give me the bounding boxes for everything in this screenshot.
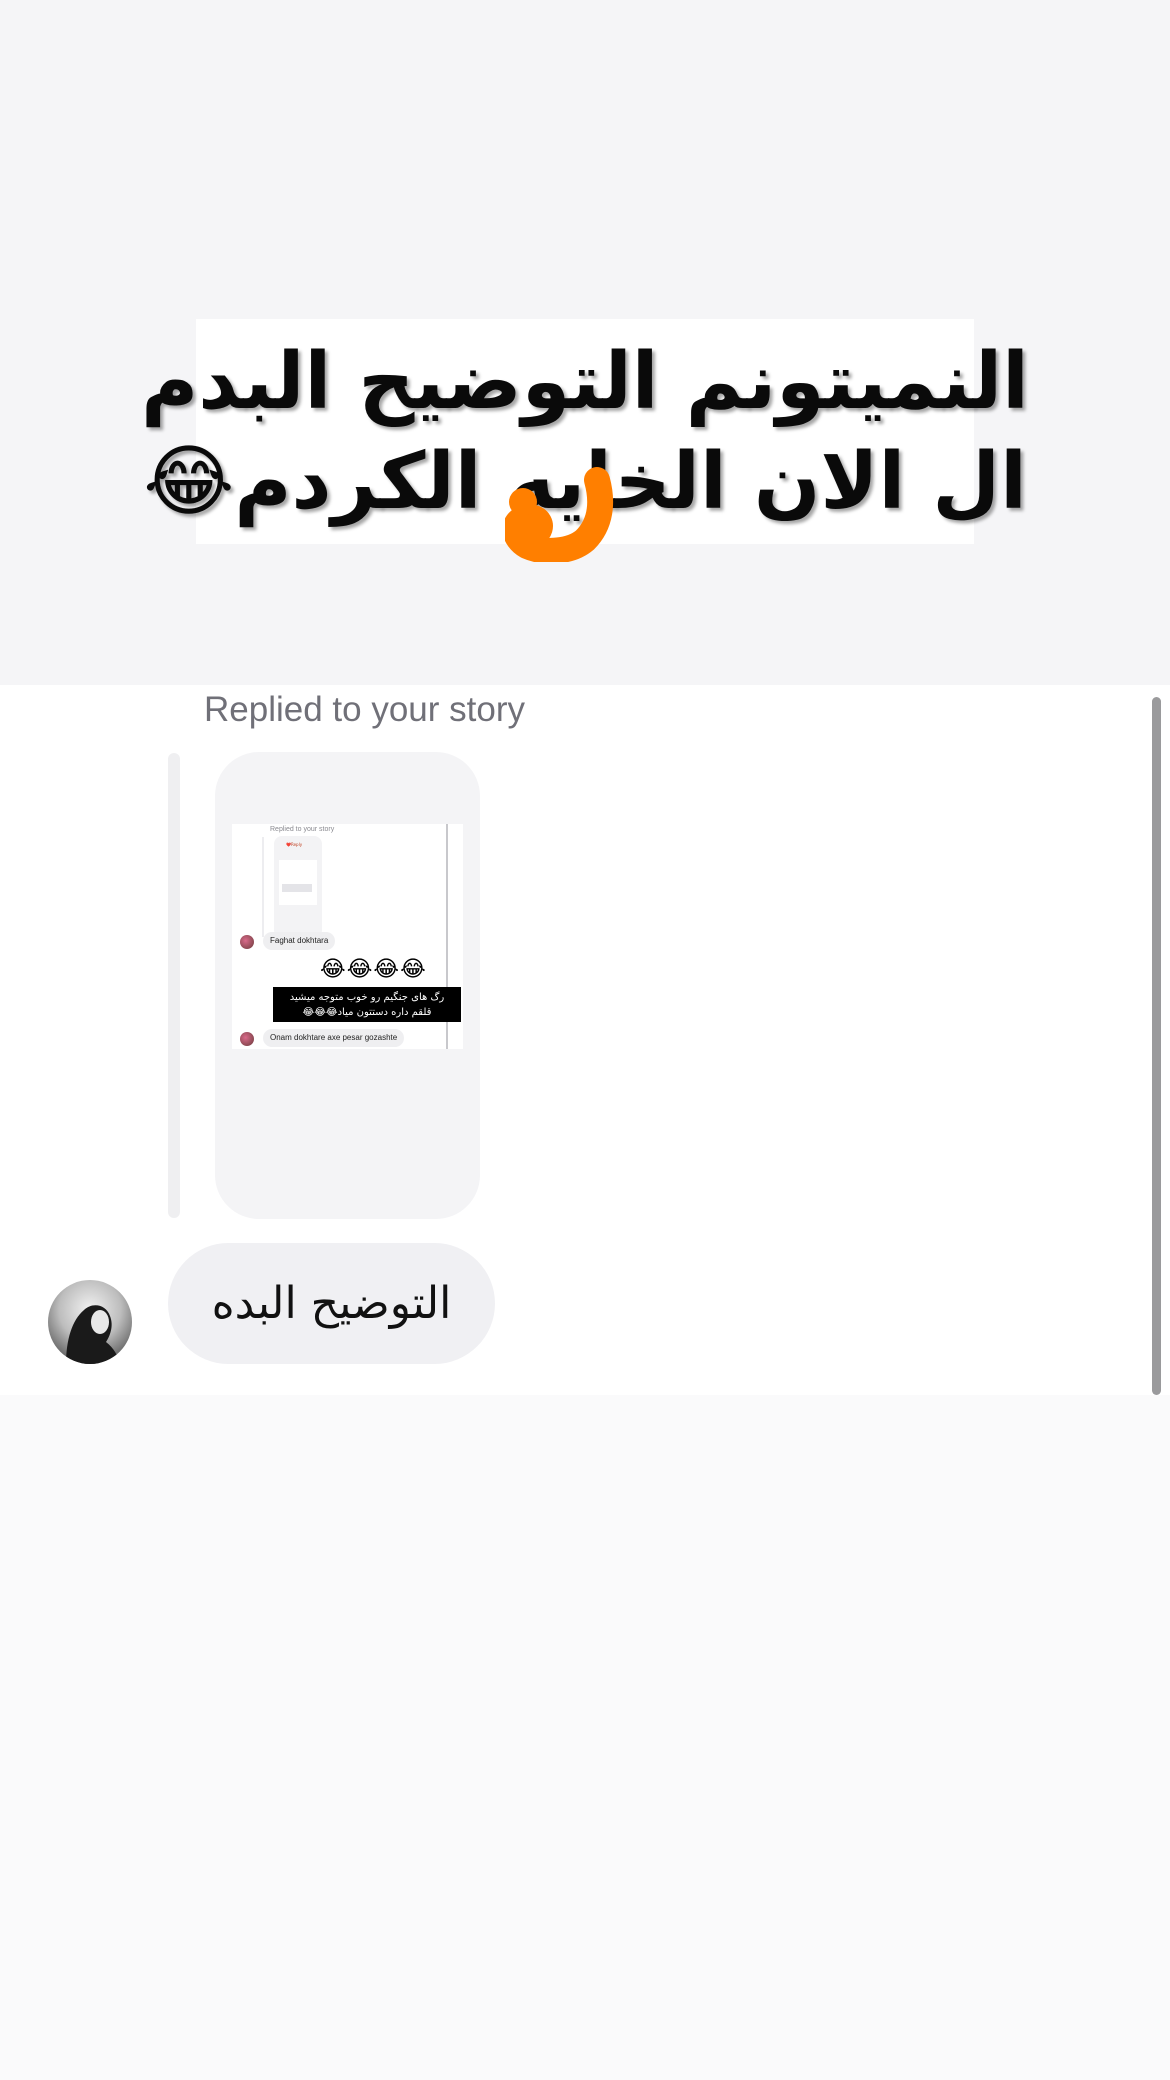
thumb-caption-line-2: قلقم داره دستتون میاد😂😂😂	[302, 1007, 432, 1018]
thumb-replied-label: Replied to your story	[270, 826, 335, 833]
orange-scribble-icon	[505, 467, 614, 562]
thumb-emoji-row: 😂😂😂😂	[320, 957, 427, 982]
sender-avatar[interactable]	[48, 1280, 132, 1364]
thumb-story-card: ❤️Reply	[274, 836, 322, 938]
thumb-avatar-1	[240, 935, 254, 949]
quote-bar	[168, 753, 180, 1218]
thumb-message-1: Faghat dokhtara	[263, 932, 336, 950]
story-reply-preview[interactable]: Replied to your story ❤️Reply Faghat dok…	[215, 752, 480, 1219]
thumb-inner-text	[282, 884, 312, 892]
story-media[interactable]: النمیتونم التوضیح البدم ال الان الخایه ا…	[0, 0, 1170, 685]
message-text: التوضیح البده	[211, 1278, 452, 1329]
caption-line-1: النمیتونم التوضیح البدم	[141, 336, 1029, 427]
empty-area	[0, 1395, 1170, 2080]
thumb-message-2: Onam dokhtare axe pesar gozashte	[263, 1029, 405, 1047]
thumb-inner-image	[279, 860, 317, 905]
story-thumbnail: Replied to your story ❤️Reply Faghat dok…	[232, 824, 463, 1049]
thumb-quote-bar	[262, 837, 264, 937]
thumb-black-caption: رگ های جنگیم رو خوب متوجه میشید قلقم دار…	[273, 987, 461, 1022]
message-bubble[interactable]: التوضیح البده	[168, 1243, 495, 1364]
profile-avatar-icon	[66, 1305, 120, 1364]
thumb-caption-line-1: رگ های جنگیم رو خوب متوجه میشید	[289, 992, 445, 1003]
replied-to-story-label: Replied to your story	[204, 690, 525, 729]
thumb-heart-text: ❤️Reply	[286, 842, 303, 847]
scrollbar[interactable]	[1152, 697, 1161, 1395]
thumb-avatar-2	[240, 1032, 254, 1046]
